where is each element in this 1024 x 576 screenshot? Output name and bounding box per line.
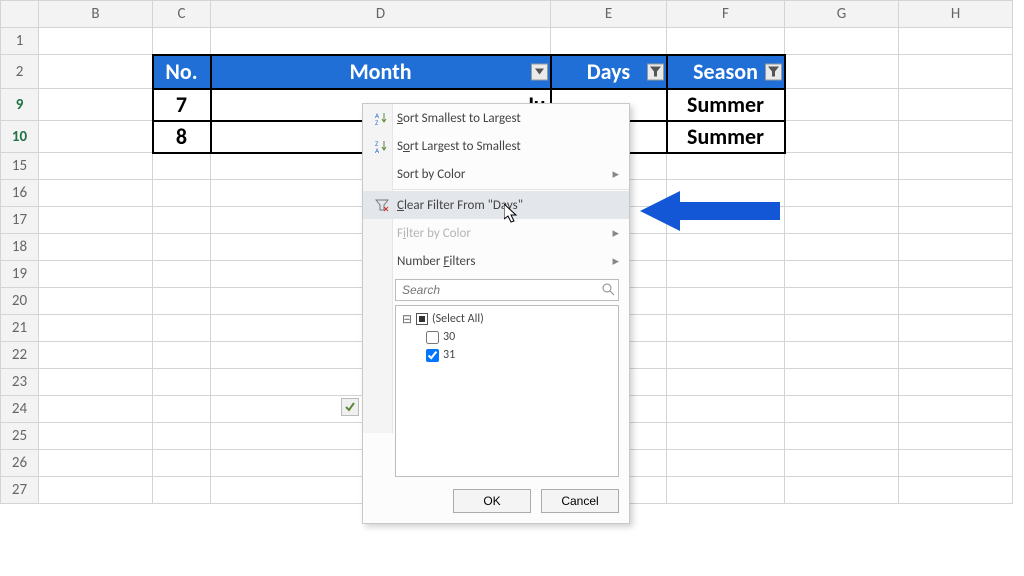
table-header-month: Month [211,55,551,89]
header-month-label: Month [349,58,411,85]
filter-search-input[interactable] [395,279,619,301]
sort-desc-icon: ZA [371,139,393,153]
annotation-arrow-icon [640,186,790,236]
header-days-label: Days [587,58,630,85]
row-header[interactable]: 10 [1,121,39,153]
col-header-f[interactable]: F [667,1,785,28]
submenu-arrow-icon: ▸ [612,254,619,269]
cell-no[interactable]: 8 [153,121,211,153]
cell-season[interactable]: Summer [667,121,785,153]
filter-search [395,279,619,301]
row-header[interactable]: 20 [1,288,39,315]
checkbox[interactable] [426,331,439,344]
chevron-down-icon [535,69,544,75]
filter-value-31[interactable]: 31 [402,346,612,364]
filter-value-label: 30 [443,330,455,344]
row-header[interactable]: 22 [1,342,39,369]
menu-label: Clear Filter From "Days" [393,198,619,213]
filter-values-list[interactable]: ⊟ (Select All) 30 31 [395,305,619,477]
menu-label: Sort Largest to Smallest [393,139,619,154]
table-header-season: Season [667,55,785,89]
menu-sort-ascending[interactable]: AZ Sort Smallest to Largest [363,104,629,132]
select-all-corner[interactable] [1,1,39,28]
funnel-applied-icon [768,66,779,77]
filter-value-select-all[interactable]: ⊟ (Select All) [402,310,612,328]
cancel-button[interactable]: Cancel [541,489,619,513]
filter-button-days[interactable] [647,63,664,80]
menu-label: Number Filters [393,254,612,269]
menu-label: Sort Smallest to Largest [393,111,619,126]
filter-value-label: (Select All) [432,312,484,326]
col-header-c[interactable]: C [153,1,211,28]
dialog-button-row: OK Cancel [363,481,629,523]
row-header[interactable]: 16 [1,180,39,207]
checkbox-indeterminate-icon[interactable] [416,313,428,325]
menu-clear-filter[interactable]: Clear Filter From "Days" [363,191,629,219]
header-no-label: No. [165,58,197,85]
menu-label: Sort by Color [393,167,612,182]
filter-value-label: 31 [443,348,455,362]
menu-sort-by-color[interactable]: Sort by Color ▸ [363,160,629,188]
search-icon [601,282,615,300]
table-header-days: Days [551,55,667,89]
sort-asc-icon: AZ [371,111,393,125]
row-header[interactable]: 2 [1,55,39,89]
row-header[interactable]: 23 [1,369,39,396]
clear-filter-icon [371,198,393,212]
row-header[interactable]: 27 [1,477,39,504]
row-header[interactable]: 18 [1,234,39,261]
row-header[interactable]: 15 [1,153,39,180]
funnel-applied-icon [650,66,661,77]
filter-button-season[interactable] [765,63,782,80]
row-header[interactable]: 19 [1,261,39,288]
filter-button-month[interactable] [531,63,548,80]
col-header-b[interactable]: B [39,1,153,28]
toggle-all-checkbox[interactable] [341,398,359,416]
row-header[interactable]: 17 [1,207,39,234]
col-header-d[interactable]: D [211,1,551,28]
table-header-no: No. [153,55,211,89]
row-header[interactable]: 25 [1,423,39,450]
menu-number-filters[interactable]: Number Filters ▸ [363,247,629,275]
submenu-arrow-icon: ▸ [612,167,619,182]
submenu-arrow-icon: ▸ [612,226,619,241]
row-header[interactable]: 1 [1,28,39,55]
checkbox[interactable] [426,349,439,362]
row-header[interactable]: 24 [1,396,39,423]
cell-season[interactable]: Summer [667,89,785,121]
header-season-label: Season [693,58,758,85]
svg-text:A: A [375,146,380,153]
col-header-g[interactable]: G [785,1,899,28]
row-header[interactable]: 21 [1,315,39,342]
menu-sort-descending[interactable]: ZA Sort Largest to Smallest [363,132,629,160]
menu-filter-by-color: Filter by Color ▸ [363,219,629,247]
row-header[interactable]: 9 [1,89,39,121]
ok-button[interactable]: OK [453,489,531,513]
col-header-e[interactable]: E [551,1,667,28]
cell-no[interactable]: 7 [153,89,211,121]
filter-value-30[interactable]: 30 [402,328,612,346]
row-header[interactable]: 26 [1,450,39,477]
filter-dropdown-menu: AZ Sort Smallest to Largest ZA Sort Larg… [362,103,630,524]
col-header-h[interactable]: H [899,1,1013,28]
menu-label: Filter by Color [393,226,612,241]
